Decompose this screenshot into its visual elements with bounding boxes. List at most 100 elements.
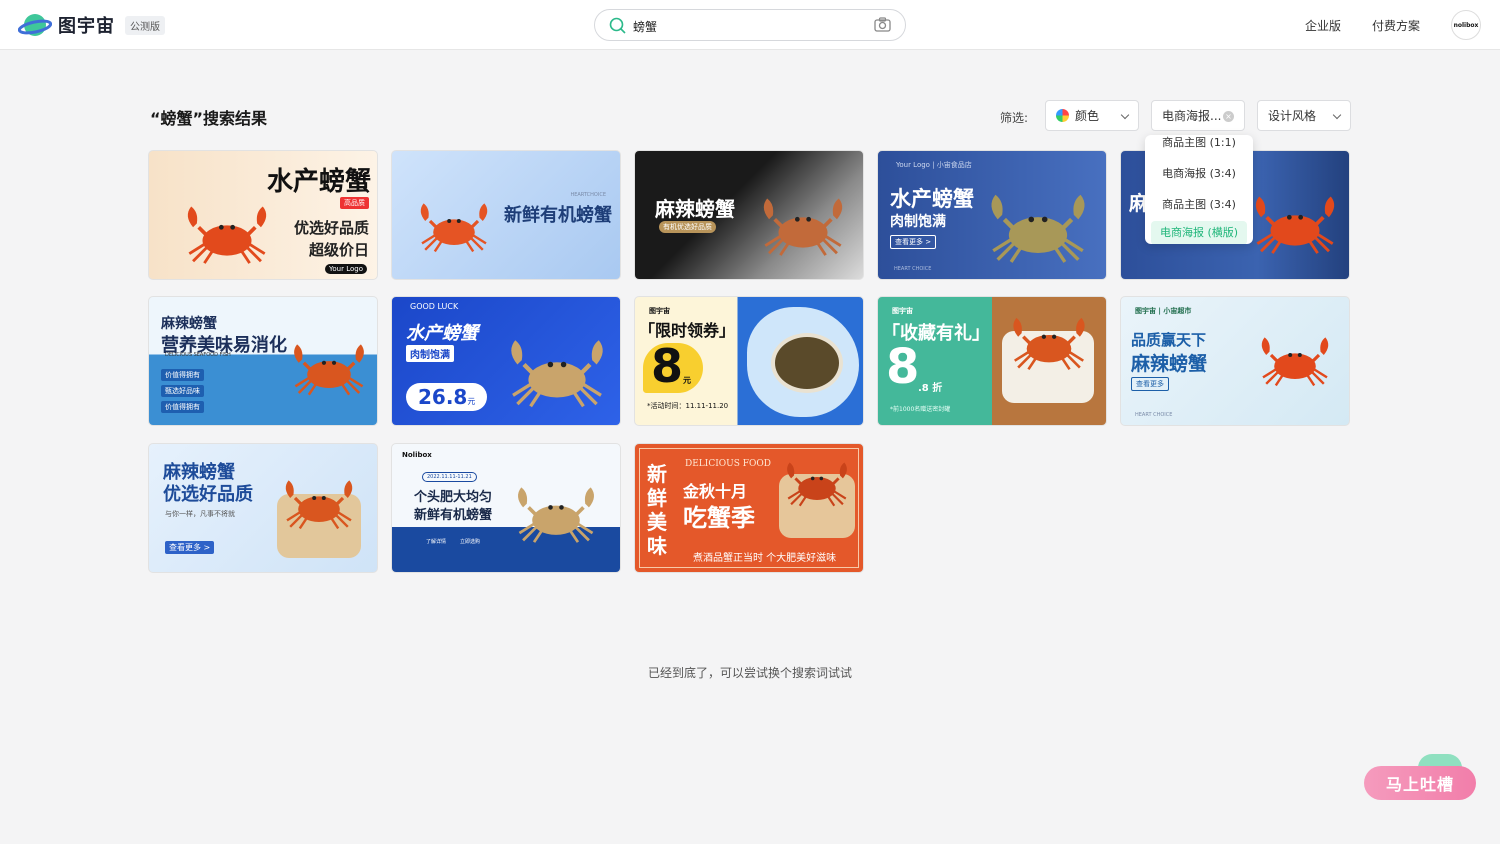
- card-tag: 价值得拥有: [161, 401, 204, 413]
- style-filter[interactable]: 设计风格: [1257, 100, 1351, 131]
- card-button: 查看更多: [1131, 377, 1169, 391]
- result-card[interactable]: 麻辣螃蟹 有机优选好品质: [634, 150, 864, 280]
- card-sub: 肉制饱满: [406, 345, 454, 362]
- card-unit: .8 折: [918, 383, 943, 394]
- result-card[interactable]: Your Logo | 小宙食品店 水产螃蟹 肉制饱满 查看更多 > HEART…: [877, 150, 1107, 280]
- filter-label: 筛选:: [1000, 111, 1029, 125]
- card-ring: GOOD LUCK: [410, 302, 459, 311]
- card-date: 2022.11.11-11.21: [422, 472, 477, 482]
- logo-text: 图宇宙: [58, 16, 115, 37]
- card-unit: 元: [467, 397, 476, 406]
- crab-image: [287, 337, 371, 397]
- top-header: 图宇宙 公测版 企业版 付费方案 nolibox: [0, 0, 1500, 50]
- card-sub: 优选好品质: [163, 484, 253, 505]
- dropdown-option[interactable]: 商品主图 (1:1): [1145, 135, 1253, 150]
- color-wheel-icon: [1056, 109, 1069, 122]
- card-sub: 吃蟹季: [683, 503, 755, 532]
- price-pill: 26.8 元: [406, 383, 488, 411]
- feedback-button[interactable]: 马上吐槽: [1364, 766, 1476, 800]
- card-brand: Nolibox: [402, 451, 432, 459]
- card-title: 水产螃蟹: [890, 187, 974, 211]
- card-tag: 价值得拥有: [161, 369, 204, 381]
- card-line: 超级价日: [308, 241, 369, 259]
- card-sub: 新鲜有机螃蟹: [414, 508, 493, 523]
- card-title: 「限时领券」: [639, 321, 736, 340]
- card-button: 查看更多 >: [165, 541, 215, 554]
- search-icon[interactable]: [609, 17, 626, 34]
- result-card[interactable]: 图宇宙 「限时领券」 8 元 *活动时间：11.11-11.20: [634, 296, 864, 426]
- card-unit: 元: [683, 376, 691, 385]
- result-card[interactable]: 麻辣螃蟹 优选好品质 与你一样，凡事不将就 查看更多 >: [148, 443, 378, 573]
- card-foot: HEART CHOICE: [1135, 412, 1173, 418]
- card-title: 水产螃蟹: [266, 167, 371, 197]
- beta-badge: 公测版: [125, 15, 165, 35]
- card-title: 麻辣螃蟹: [655, 197, 735, 221]
- result-card[interactable]: Nolibox 2022.11.11-11.21 个头肥大均匀 新鲜有机螃蟹 了…: [391, 443, 621, 573]
- logo[interactable]: 图宇宙 公测版: [18, 11, 165, 39]
- card-brand: 图宇宙 | 小宙超市: [1135, 307, 1192, 315]
- nav-pricing[interactable]: 付费方案: [1372, 17, 1420, 34]
- chevron-down-icon: [1332, 110, 1342, 120]
- crab-image: [781, 456, 853, 508]
- card-title: 水产螃蟹: [406, 323, 478, 344]
- card-title: 新鲜有机螃蟹: [504, 205, 612, 226]
- crab-image: [1247, 189, 1343, 255]
- card-logo: Your Logo: [325, 264, 367, 274]
- camera-icon[interactable]: [874, 17, 891, 32]
- type-dropdown: 商品主图 (1:1) 电商海报 (3:4) 商品主图 (3:4) 电商海报 (横…: [1145, 135, 1253, 244]
- card-button: 查看更多 >: [890, 235, 937, 249]
- crab-image: [982, 185, 1094, 265]
- crab-image: [755, 191, 851, 257]
- card-brand: 图宇宙: [649, 307, 670, 315]
- card-number: 8: [651, 339, 684, 393]
- card-foot: *前1000名赠送密封罐: [890, 406, 951, 413]
- card-date: *活动时间：11.11-11.20: [647, 402, 729, 410]
- dropdown-option-selected[interactable]: 电商海报 (横版): [1151, 221, 1247, 244]
- crab-image: [414, 197, 494, 253]
- result-card[interactable]: 水产螃蟹 高品质 优选好品质 超级价日 Your Logo: [148, 150, 378, 280]
- card-title: 麻辣螃蟹: [161, 316, 217, 332]
- card-foot: 煮酒品蟹正当时 个大肥美好滋味: [693, 553, 837, 564]
- avatar[interactable]: nolibox: [1451, 10, 1481, 40]
- results-title: “螃蟹”搜索结果: [150, 109, 268, 128]
- style-filter-label: 设计风格: [1268, 109, 1317, 123]
- card-sub: 肉制饱满: [890, 214, 946, 230]
- card-number: 8: [886, 339, 920, 395]
- card-en: DELICIOUS SEAFOOD FISH: [165, 352, 231, 358]
- card-tag: 甄选好品味: [161, 385, 204, 397]
- card-brand: 图宇宙: [892, 307, 913, 315]
- card-badge: 高品质: [340, 197, 369, 209]
- type-filter-label: 电商海报...: [1162, 109, 1222, 123]
- result-card[interactable]: 图宇宙 | 小宙超市 品质赢天下 麻辣螃蟹 查看更多 HEART CHOICE: [1120, 296, 1350, 426]
- card-shop: Your Logo | 小宙食品店: [896, 161, 972, 169]
- search-input[interactable]: [633, 16, 863, 36]
- dropdown-option[interactable]: 电商海报 (3:4): [1145, 165, 1253, 181]
- clear-icon[interactable]: ×: [1223, 111, 1234, 122]
- nav-enterprise[interactable]: 企业版: [1305, 17, 1341, 34]
- color-filter-label: 颜色: [1075, 109, 1100, 123]
- crab-image: [502, 331, 612, 409]
- card-foot: HEART CHOICE: [894, 266, 932, 272]
- planet-logo-icon: [18, 14, 52, 36]
- chevron-down-icon: [1120, 110, 1130, 120]
- result-card[interactable]: 麻辣螃蟹 营养美味易消化 DELICIOUS SEAFOOD FISH 价值得拥…: [148, 296, 378, 426]
- result-card[interactable]: 图宇宙 「收藏有礼」 8 .8 折 *前1000名赠送密封罐: [877, 296, 1107, 426]
- crab-image: [279, 474, 359, 530]
- crab-image: [771, 333, 843, 393]
- type-filter[interactable]: 电商海报... ×: [1151, 100, 1245, 131]
- card-price: 26.8: [418, 385, 468, 409]
- dropdown-option[interactable]: 商品主图 (3:4): [1145, 196, 1253, 212]
- result-card[interactable]: GOOD LUCK 水产螃蟹 肉制饱满 26.8 元: [391, 296, 621, 426]
- color-filter[interactable]: 颜色: [1045, 100, 1139, 131]
- result-card[interactable]: 新鲜美味 DELICIOUS FOOD 金秋十月 吃蟹季 煮酒品蟹正当时 个大肥…: [634, 443, 864, 573]
- card-button: 立即选购: [456, 537, 485, 546]
- card-tag: 有机优选好品质: [659, 221, 716, 233]
- crab-image: [1255, 331, 1335, 387]
- result-card[interactable]: HEARTCHOICE 新鲜有机螃蟹: [391, 150, 621, 280]
- search-bar: [594, 9, 906, 41]
- card-small: 与你一样，凡事不将就: [165, 510, 235, 518]
- card-sub: 麻辣螃蟹: [1131, 353, 1208, 375]
- card-en: DELICIOUS FOOD: [685, 459, 771, 469]
- card-line: 优选好品质: [293, 219, 369, 237]
- end-of-results-text: 已经到底了，可以尝试换个搜索词试试: [647, 666, 852, 680]
